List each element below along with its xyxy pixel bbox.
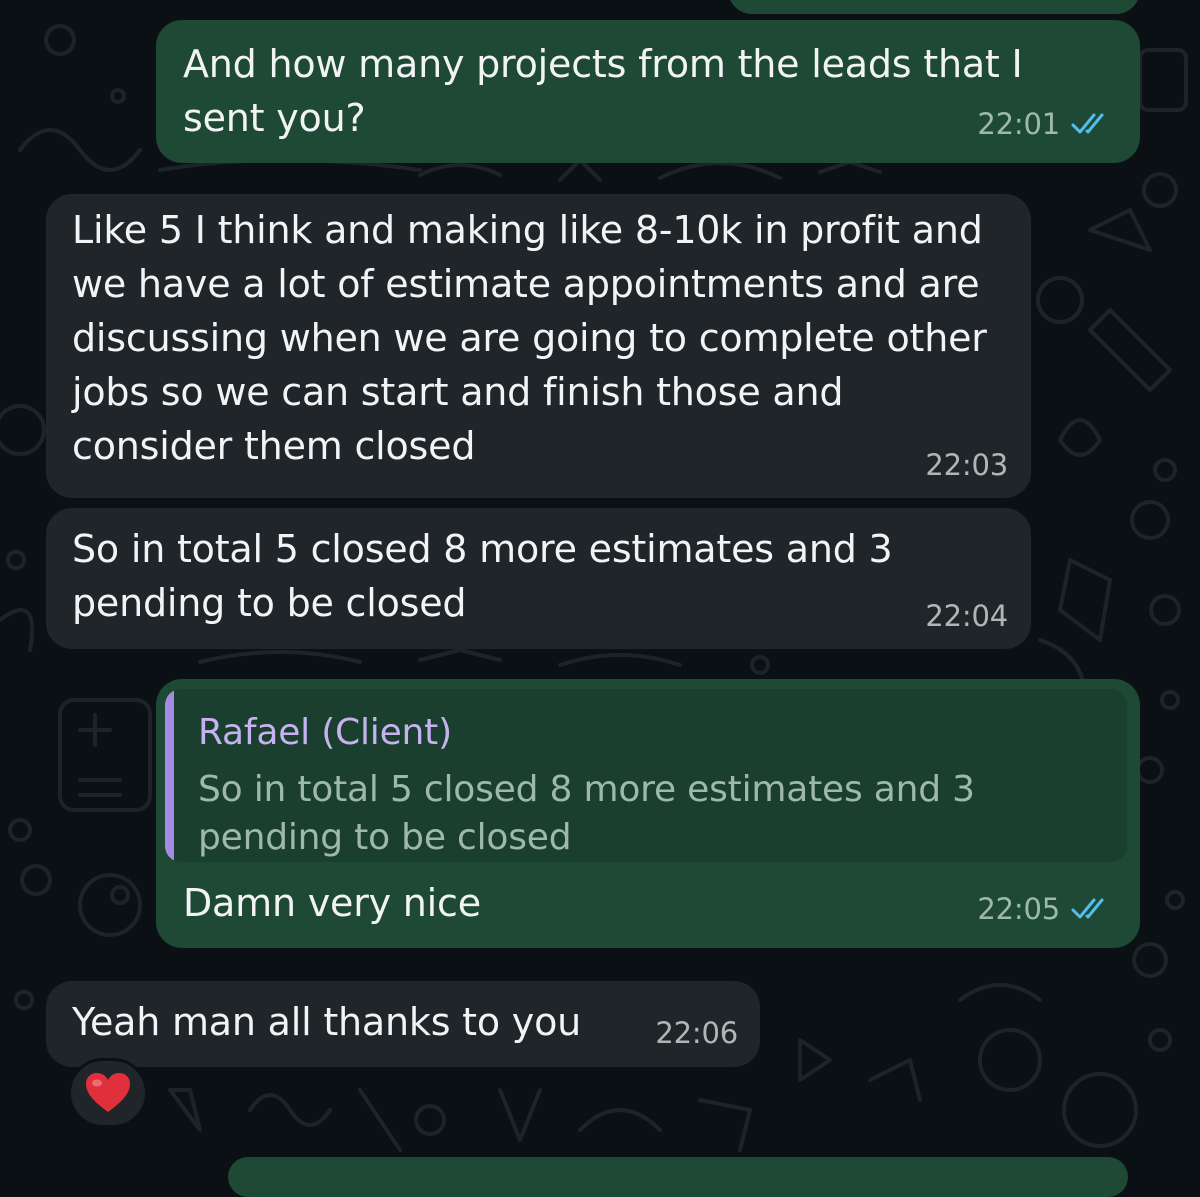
message-time: 22:03 [925,448,1008,482]
outgoing-reply-message-bubble[interactable]: Rafael (Client) So in total 5 closed 8 m… [156,679,1140,948]
quoted-message[interactable]: Rafael (Client) So in total 5 closed 8 m… [165,689,1127,862]
incoming-message-bubble[interactable]: Yeah man all thanks to you 22:06 [46,981,760,1067]
message-reaction[interactable] [68,1058,148,1128]
previous-message-bubble[interactable] [728,0,1140,14]
message-meta: 22:06 [655,1006,738,1060]
message-time: 22:04 [925,599,1008,633]
outgoing-message-bubble[interactable]: And how many projects from the leads tha… [156,20,1140,163]
incoming-message-bubble[interactable]: So in total 5 closed 8 more estimates an… [46,508,1031,649]
red-heart-icon [86,1073,130,1112]
message-time: 22:01 [977,107,1060,141]
double-check-read-icon [1071,898,1104,919]
message-meta: 22:03 [925,438,1008,492]
message-meta: 22:01 [977,97,1114,151]
next-message-bubble[interactable] [228,1157,1128,1197]
quote-accent-bar [165,689,174,862]
quoted-text: So in total 5 closed 8 more estimates an… [198,769,975,858]
double-check-read-icon [1071,113,1104,134]
quoted-author: Rafael (Client) [198,712,452,753]
message-meta: 22:04 [925,589,1008,643]
message-text: Yeah man all thanks to you [72,1000,582,1044]
message-time: 22:06 [655,1016,738,1050]
incoming-message-bubble[interactable]: Like 5 I think and making like 8-10k in … [46,194,1031,498]
message-text: So in total 5 closed 8 more estimates an… [72,527,893,625]
message-text: Damn very nice [183,881,481,925]
message-meta: 22:05 [977,882,1114,936]
message-time: 22:05 [977,892,1060,926]
message-text: Like 5 I think and making like 8-10k in … [72,208,987,468]
message-text: And how many projects from the leads tha… [183,42,1023,140]
